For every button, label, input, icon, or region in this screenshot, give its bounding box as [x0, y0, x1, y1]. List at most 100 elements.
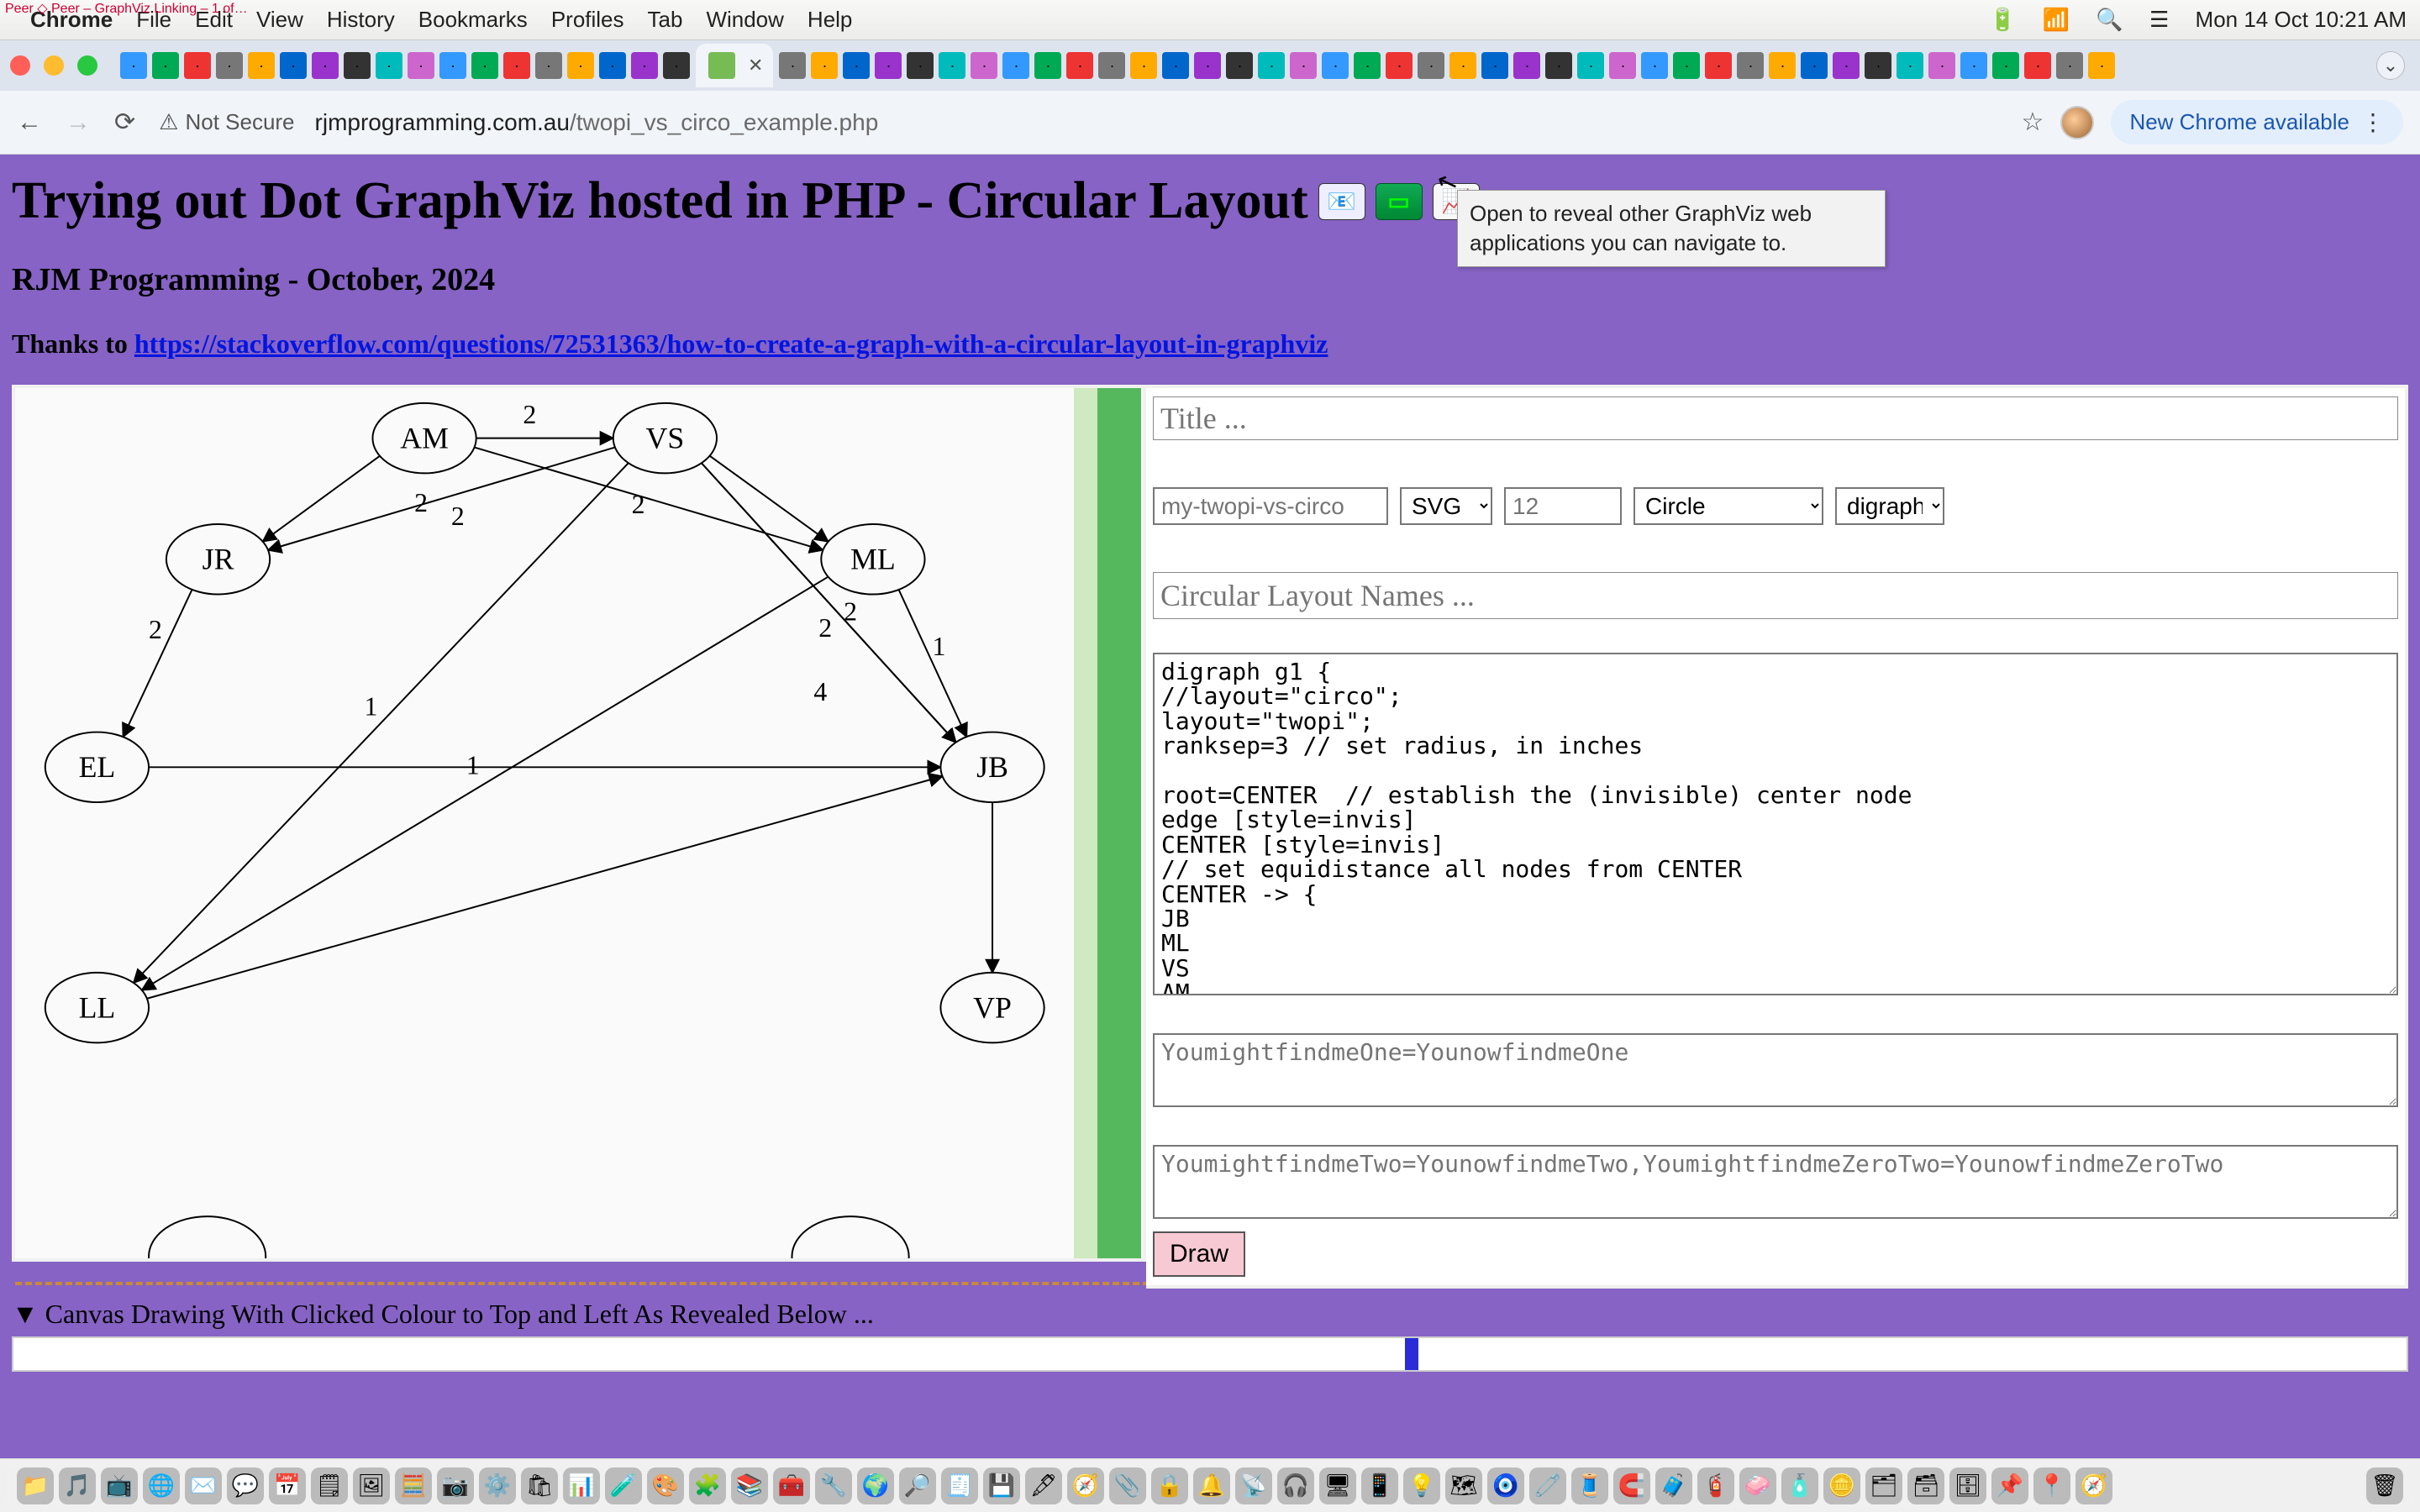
- dock-app[interactable]: 🧿: [1487, 1467, 1524, 1504]
- dock-app[interactable]: 🗂: [1865, 1467, 1902, 1504]
- background-tab[interactable]: ·: [248, 52, 275, 79]
- canvas-strip[interactable]: [12, 1336, 2408, 1372]
- background-tab[interactable]: ·: [779, 52, 806, 79]
- background-tab[interactable]: ·: [2024, 52, 2051, 79]
- background-tab[interactable]: ·: [907, 52, 934, 79]
- background-tab[interactable]: ·: [631, 52, 658, 79]
- dock-app[interactable]: 🧯: [1697, 1467, 1734, 1504]
- dock-app[interactable]: 🧼: [1739, 1467, 1776, 1504]
- dock-app[interactable]: 🧲: [1613, 1467, 1650, 1504]
- dock-app[interactable]: 🧷: [1529, 1467, 1566, 1504]
- dock-app[interactable]: 🧪: [605, 1467, 642, 1504]
- background-tab[interactable]: ·: [1865, 52, 1891, 79]
- reload-button[interactable]: ⟳: [114, 108, 135, 137]
- dock-app[interactable]: 🧭: [1067, 1467, 1104, 1504]
- dock-app[interactable]: 🔔: [1193, 1467, 1230, 1504]
- dock-app[interactable]: 🖥: [1319, 1467, 1356, 1504]
- background-tab[interactable]: ·: [1226, 52, 1253, 79]
- dock-app[interactable]: 🗃: [1907, 1467, 1944, 1504]
- dock-app[interactable]: 📅: [269, 1467, 306, 1504]
- spotlight-icon[interactable]: 🔍: [2096, 7, 2123, 32]
- dock-app[interactable]: 📡: [1235, 1467, 1272, 1504]
- dock-app[interactable]: 🪙: [1823, 1467, 1860, 1504]
- dock-app[interactable]: 💬: [227, 1467, 264, 1504]
- back-button[interactable]: ←: [17, 108, 42, 137]
- background-tab[interactable]: ·: [1162, 52, 1189, 79]
- background-tab[interactable]: ·: [843, 52, 870, 79]
- background-tab[interactable]: ·: [152, 52, 179, 79]
- dock-app[interactable]: 🛍: [521, 1467, 558, 1504]
- background-tab[interactable]: ·: [1928, 52, 1955, 79]
- background-tab[interactable]: ·: [1897, 52, 1923, 79]
- background-tab[interactable]: ·: [1066, 52, 1093, 79]
- menu-tab[interactable]: Tab: [648, 7, 683, 33]
- dock-app[interactable]: 📁: [17, 1467, 54, 1504]
- wifi-icon[interactable]: 📶: [2043, 7, 2070, 32]
- replace-one-textarea[interactable]: [1153, 1033, 2398, 1107]
- background-tab[interactable]: ·: [1130, 52, 1157, 79]
- background-tab[interactable]: ·: [875, 52, 902, 79]
- address-bar[interactable]: rjmprogramming.com.au/twopi_vs_circo_exa…: [315, 109, 2005, 136]
- menu-profiles[interactable]: Profiles: [551, 7, 624, 33]
- background-tab[interactable]: ·: [1673, 52, 1700, 79]
- dock-app[interactable]: 🎧: [1277, 1467, 1314, 1504]
- menu-bookmarks[interactable]: Bookmarks: [418, 7, 528, 33]
- dock-app[interactable]: 📌: [1991, 1467, 2028, 1504]
- background-tab[interactable]: ·: [1737, 52, 1764, 79]
- tab-overflow-button[interactable]: ⌄: [2376, 51, 2405, 80]
- filename-input[interactable]: [1153, 487, 1388, 525]
- background-tab[interactable]: ·: [1098, 52, 1125, 79]
- dock-app[interactable]: 🧭: [2075, 1467, 2112, 1504]
- draw-button[interactable]: Draw: [1153, 1231, 1245, 1277]
- dock-app[interactable]: 📺: [101, 1467, 138, 1504]
- splitter-gutter[interactable]: [1074, 388, 1146, 1258]
- background-tab[interactable]: ·: [1481, 52, 1508, 79]
- thanks-link[interactable]: https://stackoverflow.com/questions/7253…: [134, 328, 1328, 359]
- background-tab[interactable]: ·: [376, 52, 402, 79]
- format-select[interactable]: SVG: [1400, 487, 1492, 525]
- palette-badge-icon[interactable]: ▭: [1376, 183, 1423, 220]
- close-window[interactable]: [10, 55, 30, 76]
- dock-app[interactable]: 📊: [563, 1467, 600, 1504]
- dock-app[interactable]: 🧳: [1655, 1467, 1692, 1504]
- background-tab[interactable]: ·: [344, 52, 371, 79]
- background-tab[interactable]: ·: [1513, 52, 1540, 79]
- background-tab[interactable]: ·: [2056, 52, 2083, 79]
- names-input[interactable]: [1153, 572, 2398, 619]
- dock-app[interactable]: 📚: [731, 1467, 768, 1504]
- background-tab[interactable]: ·: [280, 52, 307, 79]
- background-tab[interactable]: ·: [503, 52, 530, 79]
- background-tab[interactable]: ·: [1833, 52, 1860, 79]
- dock-app[interactable]: ✉️: [185, 1467, 222, 1504]
- dock-app[interactable]: 🔧: [815, 1467, 852, 1504]
- dock-app[interactable]: 🖋: [1025, 1467, 1062, 1504]
- dock-app[interactable]: ⚙️: [479, 1467, 516, 1504]
- background-tab[interactable]: ·: [1960, 52, 1987, 79]
- chrome-menu-icon[interactable]: ⋮: [2361, 108, 2385, 136]
- dock-app[interactable]: 🧩: [689, 1467, 726, 1504]
- shape-select[interactable]: Circle: [1634, 487, 1823, 525]
- title-input[interactable]: [1153, 396, 2398, 440]
- battery-icon[interactable]: 🔋: [1989, 7, 2016, 32]
- menu-window[interactable]: Window: [706, 7, 783, 33]
- forward-button[interactable]: →: [66, 108, 91, 137]
- dock-app[interactable]: 🔎: [899, 1467, 936, 1504]
- dock-app[interactable]: 💡: [1403, 1467, 1440, 1504]
- dock-app[interactable]: 📍: [2033, 1467, 2070, 1504]
- dock-app[interactable]: 🔒: [1151, 1467, 1188, 1504]
- background-tab[interactable]: ·: [1545, 52, 1572, 79]
- background-tab[interactable]: ·: [1354, 52, 1381, 79]
- menu-help[interactable]: Help: [808, 7, 852, 33]
- background-tab[interactable]: ·: [216, 52, 243, 79]
- background-tab[interactable]: ·: [1322, 52, 1349, 79]
- background-tab[interactable]: ·: [811, 52, 838, 79]
- dock-app[interactable]: 🗺: [1445, 1467, 1482, 1504]
- background-tab[interactable]: ·: [971, 52, 997, 79]
- background-tab[interactable]: ·: [1258, 52, 1285, 79]
- background-tab[interactable]: ·: [1641, 52, 1668, 79]
- background-tab[interactable]: ·: [1418, 52, 1444, 79]
- dock-app[interactable]: 💾: [983, 1467, 1020, 1504]
- background-tab[interactable]: ·: [1577, 52, 1604, 79]
- dot-code-textarea[interactable]: [1153, 653, 2398, 995]
- dock-app[interactable]: 🧴: [1781, 1467, 1818, 1504]
